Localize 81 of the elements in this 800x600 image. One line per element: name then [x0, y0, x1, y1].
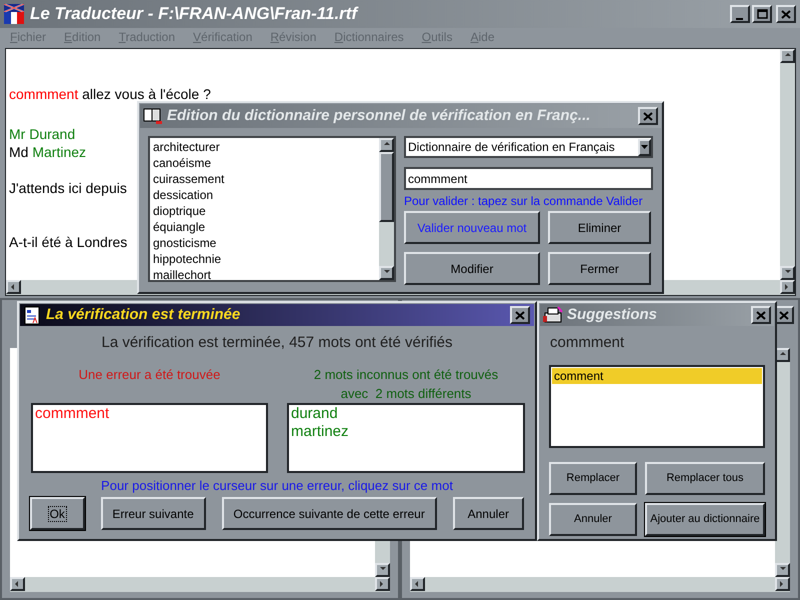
scroll-arrow-button[interactable] — [375, 563, 390, 577]
scroll-arrow-button[interactable] — [780, 266, 795, 280]
close-icon — [515, 310, 525, 320]
unknown-words-list[interactable]: durand martinez — [287, 402, 525, 472]
list-item[interactable]: cuirassement — [153, 171, 379, 187]
list-item[interactable]: canoéisme — [153, 155, 379, 171]
list-item[interactable]: commment — [35, 404, 264, 422]
minimize-button[interactable] — [730, 5, 750, 23]
close-button[interactable] — [776, 5, 796, 23]
list-item[interactable]: martinez — [291, 422, 521, 440]
dialog-button[interactable]: Annuler — [452, 497, 524, 530]
word-list[interactable]: architecturer canoéisme cuirassement dessication dioptrique équiangle gnosticisme hippotechnie maillechort — [148, 136, 396, 282]
document-line: Md Martinez — [9, 143, 86, 161]
close-icon — [781, 10, 791, 18]
horizontal-scrollbar[interactable] — [410, 577, 790, 592]
dictionary-dropdown[interactable]: Dictionnaire de vérification en Français — [404, 136, 653, 158]
vertical-scrollbar[interactable] — [379, 138, 394, 280]
document-line: A-t-il été à Londres — [9, 233, 128, 251]
flag-icon — [4, 4, 24, 24]
dialog-button[interactable]: Fermer — [548, 252, 651, 285]
dialog-button[interactable]: Ok — [30, 497, 85, 530]
suggestions-list[interactable]: comment — [549, 364, 765, 448]
close-button[interactable] — [751, 306, 771, 324]
errors-label: Une erreur a été trouvée — [78, 366, 222, 384]
dialog-button[interactable]: Remplacer — [549, 462, 637, 494]
scroll-arrow-button[interactable] — [775, 563, 790, 577]
dialog-title: Edition du dictionnaire personnel de vérification en Franç... — [167, 106, 590, 126]
dialog-button[interactable]: Erreur suivante — [100, 497, 206, 530]
list-item[interactable]: équiangle — [153, 219, 379, 235]
dialog-title: La vérification est terminée — [46, 304, 240, 325]
close-button[interactable] — [638, 107, 658, 125]
hint-text: Pour positionner le curseur sur une erreur, cliquez sur ce mot — [100, 476, 454, 495]
dialog-button[interactable]: Eliminer — [548, 211, 651, 244]
scroll-arrow-button[interactable] — [10, 577, 25, 591]
list-item[interactable]: durand — [291, 404, 521, 422]
window-title: Le Traducteur - F:\FRAN-ANG\Fran-11.rtf — [30, 3, 358, 26]
close-icon — [756, 310, 766, 320]
document-line: Mr Durand — [9, 125, 76, 143]
unknown-words-label: avec 2 mots différents — [340, 384, 472, 402]
printer-icon — [543, 306, 563, 324]
dialog-button[interactable]: Modifier — [404, 252, 540, 285]
summary-text: La vérification est terminée, 457 mots ont été vérifiés — [100, 333, 454, 353]
dialog-button[interactable]: Occurrence suivante de cette erreur — [222, 497, 437, 530]
dropdown-arrow-icon — [641, 145, 648, 149]
scrollbar-thumb[interactable] — [379, 152, 394, 222]
list-item[interactable]: dessication — [153, 187, 379, 203]
maximize-button[interactable] — [752, 5, 772, 23]
scroll-arrow-button[interactable] — [379, 266, 394, 280]
close-button[interactable] — [510, 306, 530, 324]
list-item[interactable]: dioptrique — [153, 203, 379, 219]
list-item[interactable]: hippotechnie — [153, 251, 379, 267]
list-item[interactable]: gnosticisme — [153, 235, 379, 251]
document-line: J'attends ici depuis — [9, 179, 127, 197]
close-icon — [643, 112, 653, 120]
dialog-button[interactable]: Annuler — [549, 502, 637, 536]
list-item[interactable]: comment — [552, 368, 762, 384]
scroll-arrow-button[interactable] — [775, 577, 790, 591]
scroll-arrow-button[interactable] — [379, 138, 394, 152]
scroll-arrow-button[interactable] — [780, 49, 795, 63]
list-item[interactable]: maillechort — [153, 267, 379, 283]
vertical-scrollbar[interactable] — [780, 49, 795, 280]
scroll-arrow-button[interactable] — [6, 280, 21, 294]
document-icon — [24, 306, 40, 324]
scroll-arrow-button[interactable] — [780, 280, 795, 294]
book-icon — [143, 107, 163, 125]
scroll-arrow-button[interactable] — [410, 577, 425, 591]
maximize-icon — [756, 9, 768, 19]
unknown-words-label: 2 mots inconnus ont été trouvés — [312, 366, 500, 384]
dialog-button[interactable]: Remplacer tous — [645, 462, 765, 494]
list-item[interactable]: architecturer — [153, 139, 379, 155]
errors-list[interactable]: commment — [31, 402, 268, 472]
scroll-arrow-button[interactable] — [375, 577, 390, 591]
close-icon — [779, 310, 789, 320]
document-line: commment allez vous à l'école ? — [9, 85, 211, 103]
minimize-icon — [736, 15, 744, 21]
dialog-button[interactable]: Ajouter au dictionnaire — [645, 502, 765, 536]
hint-text: Pour valider : tapez sur la commande Valider — [404, 193, 644, 210]
word-input-field[interactable]: commment — [404, 167, 653, 190]
dialog-title: Suggestions — [567, 304, 658, 325]
misspelled-word: commment — [549, 333, 626, 353]
horizontal-scrollbar[interactable] — [10, 577, 390, 592]
